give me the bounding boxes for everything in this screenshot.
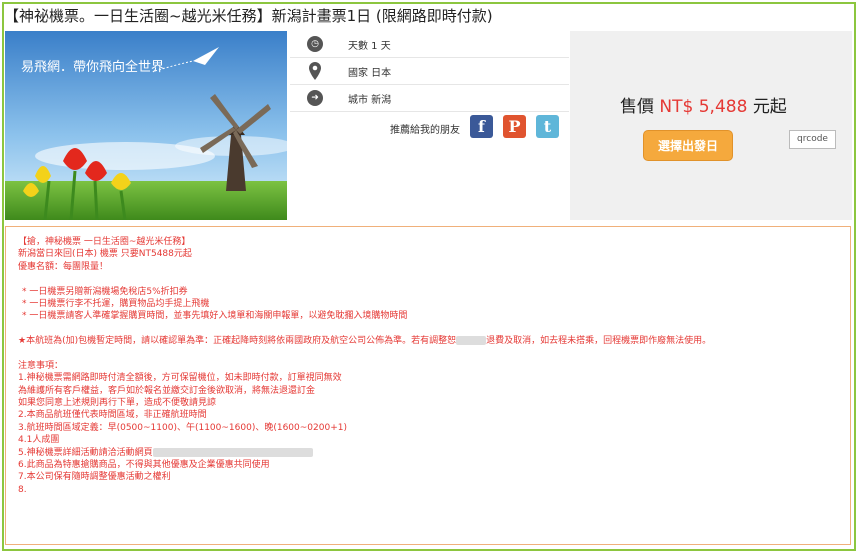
desc-notice-tail: 退費及取消，如去程未搭乘，回程機票即作廢無法使用。 [486, 336, 712, 347]
facebook-icon[interactable]: f [470, 115, 493, 138]
city-row: ➜ 城市 新潟 [290, 85, 569, 112]
city-label: 城市 新潟 [348, 95, 392, 106]
desc-line: 1.神秘機票需網路即時付清全額後，方可保留機位，如未即時付款，訂單視同無效 [18, 373, 342, 384]
location-pin-icon [309, 62, 321, 80]
country-label: 國家 日本 [348, 68, 392, 79]
twitter-icon[interactable]: t [536, 115, 559, 138]
qrcode-image: qrcode [789, 130, 836, 149]
desc-line: 2.本商品航班僅代表時間區域，非正確航班時間 [18, 410, 207, 421]
share-label: 推薦給我的朋友 [390, 125, 460, 136]
description-box: 【搶，神秘機票 一日生活圈~越光米任務】 新潟當日來回(日本) 機票 只要NT5… [5, 226, 851, 545]
desc-line: * 一日機票請客人準確掌握購買時間，並事先填好入境單和海關申報單，以避免耽擱入境… [22, 311, 408, 322]
price-amount: NT$ 5,488 [659, 97, 748, 117]
desc-blank-line [18, 348, 850, 360]
desc-line: 優惠名額：每團限量！ [18, 261, 109, 272]
price-suffix: 元起 [752, 97, 787, 117]
blurred-text [456, 336, 487, 346]
plurk-icon[interactable]: P [503, 115, 526, 138]
select-departure-button[interactable]: 選擇出發日 [643, 130, 733, 161]
desc-line: 注意事項： [18, 360, 64, 371]
country-row: 國家 日本 [290, 58, 569, 85]
page-title: 【神祕機票。一日生活圈~越光米任務】新潟計畫票1日 (限網路即時付款) [4, 7, 493, 25]
desc-line: * 一日機票另贈新潟機場免稅店5%折扣券 [22, 286, 188, 297]
desc-notice-head: ★本航班為(加)包機暫定時間，請以確認單為準：正確起降時刻將依兩國政府及航空公司… [18, 336, 457, 347]
hero-slogan: 易飛網．帶你飛向全世界 [21, 60, 165, 75]
trip-info-panel: ◷ 天數 1 天 國家 日本 ➜ 城市 新潟 推薦給我的朋友 f P t [290, 31, 569, 220]
desc-blank-line [18, 323, 850, 335]
desc-line: 如果您同意上述規則再行下單，造成不便敬請見諒 [18, 398, 217, 409]
desc-line: * 一日機票行李不托運，購買物品均手提上飛機 [22, 298, 210, 309]
arrow-right-icon: ➜ [307, 90, 323, 106]
price-line: 售價 NT$ 5,488 元起 [620, 92, 787, 117]
price-prefix: 售價 [620, 97, 654, 117]
price-panel: 售價 NT$ 5,488 元起 選擇出發日 qrcode [570, 31, 852, 220]
blurred-link[interactable] [152, 447, 313, 457]
desc-line: 【搶，神秘機票 一日生活圈~越光米任務】 [18, 237, 191, 247]
days-row: ◷ 天數 1 天 [290, 31, 569, 58]
desc-link-text: 5.神秘機票詳細活動請洽活動網頁 [18, 447, 153, 458]
clock-icon: ◷ [307, 36, 323, 52]
hero-banner: 易飛網．帶你飛向全世界 [5, 31, 287, 220]
desc-line: 3.航班時間區域定義：早(0500~1100)、午(1100~1600)、晚(1… [18, 422, 347, 433]
desc-blank-line [18, 273, 850, 285]
desc-line: 7.本公司保有隨時調整優惠活動之權利 [18, 472, 171, 483]
desc-line: 4.1人成團 [18, 435, 60, 446]
desc-line: 新潟當日來回(日本) 機票 只要NT5488元起 [18, 249, 192, 260]
desc-line: 為維護所有客戶權益，客戶如於報名並繳交訂金後欲取消，將無法退還訂金 [18, 385, 316, 396]
desc-line: 8. [18, 484, 27, 495]
days-label: 天數 1 天 [348, 41, 391, 52]
desc-line: 6.此商品為特惠搶購商品，不得與其他優惠及企業優惠共同使用 [18, 460, 270, 471]
qrcode-alt-text: qrcode [797, 134, 828, 144]
desc-notice-line: ★本航班為(加)包機暫定時間，請以確認單為準：正確起降時刻將依兩國政府及航空公司… [18, 335, 850, 347]
desc-link-line: 5.神秘機票詳細活動請洽活動網頁 [18, 447, 850, 459]
